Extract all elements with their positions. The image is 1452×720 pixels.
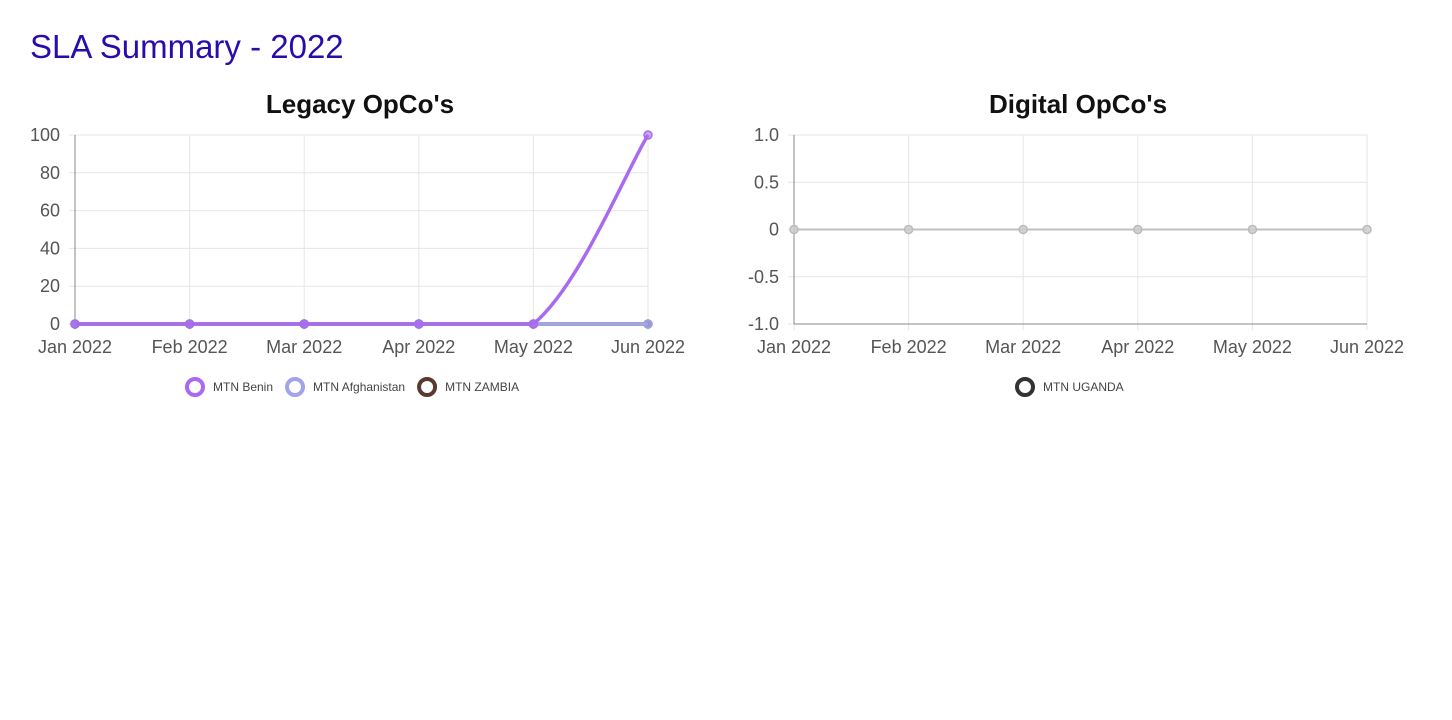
y-tick-label: -0.5 — [748, 267, 779, 287]
y-tick-label: 0 — [769, 220, 779, 240]
x-tick-label: May 2022 — [1213, 337, 1292, 357]
data-point[interactable] — [789, 224, 799, 235]
x-tick-label: Jan 2022 — [757, 337, 831, 357]
y-tick-label: 0.5 — [754, 172, 779, 192]
legend-item-mtn-uganda[interactable]: MTN UGANDA — [1015, 377, 1124, 397]
legend-label: MTN UGANDA — [1043, 380, 1124, 394]
x-tick-label: Jun 2022 — [1330, 337, 1404, 357]
x-tick-label: Mar 2022 — [985, 337, 1061, 357]
digital-opcos-chart: Digital OpCo's 1.0 0.5 0 -0.5 -1.0 Jan 2022 Feb… — [748, 89, 1404, 397]
y-tick-label: -1.0 — [748, 314, 779, 334]
x-tick-label: Feb 2022 — [871, 337, 947, 357]
data-point[interactable] — [1362, 224, 1372, 235]
data-point[interactable] — [1133, 224, 1143, 235]
data-point[interactable] — [1018, 224, 1028, 235]
legend-marker-icon — [1015, 377, 1035, 397]
y-tick-label: 1.0 — [754, 125, 779, 145]
data-point[interactable] — [1247, 224, 1258, 235]
chart-title: Digital OpCo's — [989, 89, 1167, 119]
data-point[interactable] — [903, 224, 914, 235]
x-tick-label: Apr 2022 — [1101, 337, 1174, 357]
